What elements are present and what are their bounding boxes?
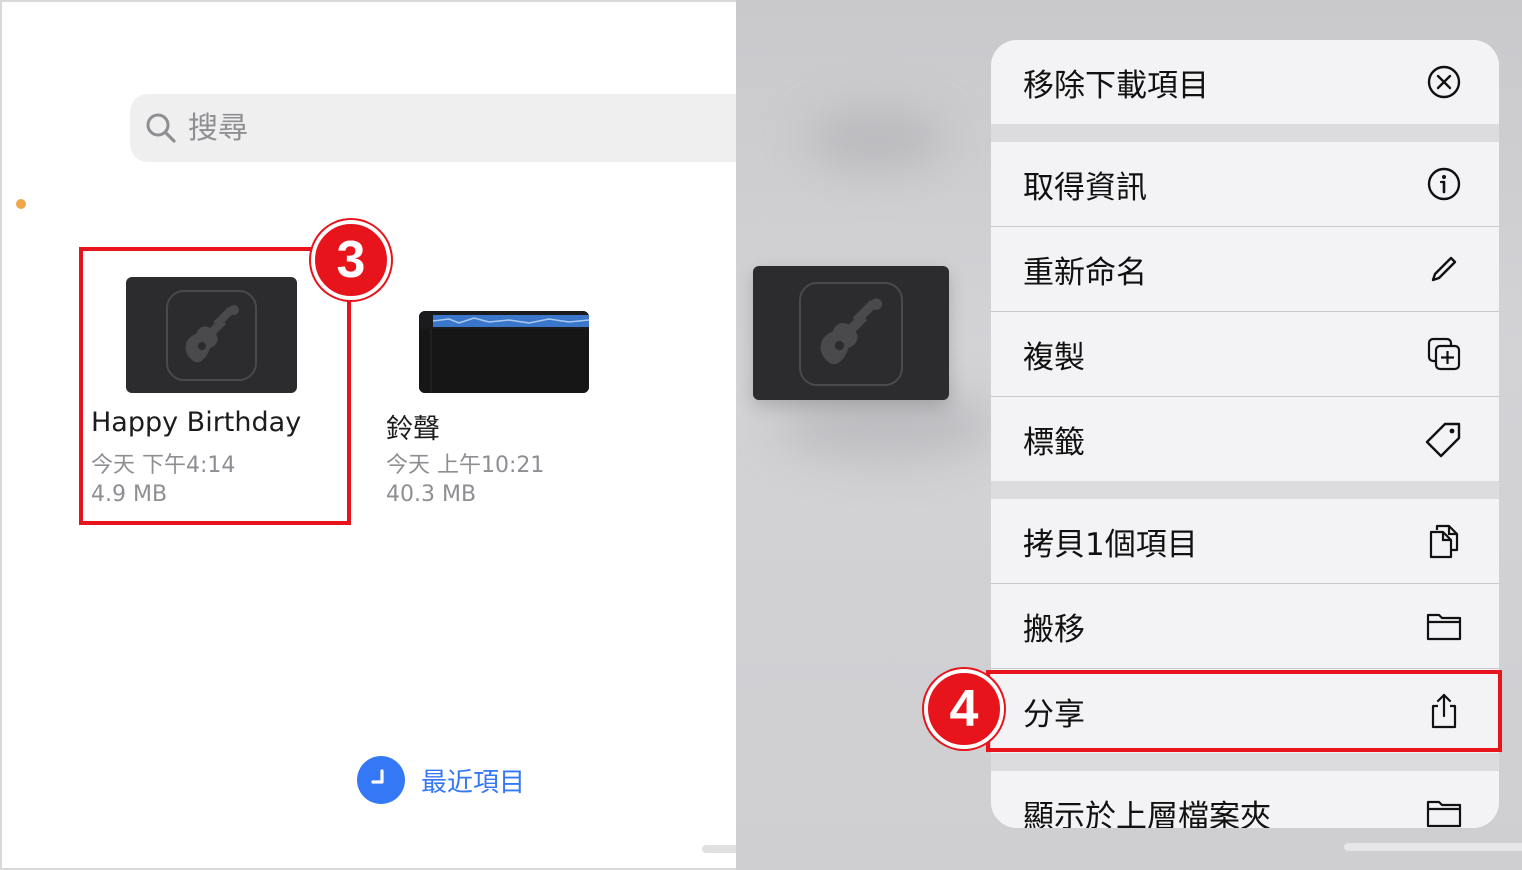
menu-item-copy[interactable]: 拷貝1個項目 — [991, 499, 1499, 583]
background-blur — [806, 110, 946, 170]
files-browser-panel: Happy Birthday 今天 下午4:14 4.9 MB 鈴聲 今天 上午… — [0, 0, 736, 870]
menu-item-tags[interactable]: 標籤 — [991, 397, 1499, 481]
clock-icon — [357, 756, 405, 804]
background-blur — [776, 390, 996, 460]
search-bar[interactable] — [130, 94, 736, 162]
folder-icon — [1426, 613, 1462, 641]
menu-item-duplicate[interactable]: 複製 — [991, 312, 1499, 396]
step-4-badge: 4 — [924, 669, 1004, 749]
home-indicator — [702, 845, 736, 853]
garageband-icon — [799, 282, 903, 386]
step-3-highlight-box — [79, 247, 351, 525]
menu-item-label: 搬移 — [1023, 611, 1085, 648]
menu-section-separator — [991, 124, 1499, 142]
menu-item-label: 標籤 — [1023, 424, 1085, 461]
remove-circle-icon — [1427, 65, 1461, 99]
menu-item-label: 取得資訊 — [1023, 169, 1147, 206]
folder-icon — [1426, 800, 1462, 828]
menu-item-rename[interactable]: 重新命名 — [991, 227, 1499, 311]
status-dot — [16, 199, 26, 209]
guitar-icon — [820, 298, 883, 365]
home-indicator — [1344, 843, 1522, 851]
search-input[interactable] — [188, 110, 588, 146]
menu-item-label: 移除下載項目 — [1023, 67, 1209, 104]
copy-icon — [1429, 524, 1459, 559]
info-icon — [1427, 167, 1461, 201]
file-preview-thumbnail — [753, 266, 949, 400]
menu-item-label: 複製 — [1023, 339, 1085, 376]
menu-item-move[interactable]: 搬移 — [991, 584, 1499, 668]
menu-item-label: 拷貝1個項目 — [1023, 526, 1198, 563]
menu-item-label: 顯示於上層檔案夾 — [1023, 798, 1271, 829]
menu-item-show-in-enclosing-folder[interactable]: 顯示於上層檔案夾 — [991, 771, 1499, 828]
file-thumbnail[interactable] — [419, 311, 589, 393]
step-4-highlight-box — [986, 670, 1502, 752]
pencil-icon — [1431, 256, 1457, 282]
menu-item-remove-download[interactable]: 移除下載項目 — [991, 40, 1499, 124]
tab-recent[interactable]: 最近項目 — [357, 756, 525, 804]
menu-section-separator — [991, 481, 1499, 499]
search-icon — [146, 113, 176, 143]
duplicate-icon — [1427, 337, 1461, 371]
step-3-badge: 3 — [311, 220, 391, 300]
menu-section-separator — [991, 753, 1499, 771]
file-date: 今天 上午10:21 — [386, 453, 545, 478]
tab-recent-label: 最近項目 — [421, 767, 526, 798]
file-name: 鈴聲 — [386, 414, 440, 445]
menu-item-get-info[interactable]: 取得資訊 — [991, 142, 1499, 226]
waveform-thumbnail — [419, 311, 589, 393]
menu-item-label: 重新命名 — [1023, 254, 1147, 291]
tag-icon — [1425, 422, 1461, 458]
file-size: 40.3 MB — [386, 482, 477, 507]
